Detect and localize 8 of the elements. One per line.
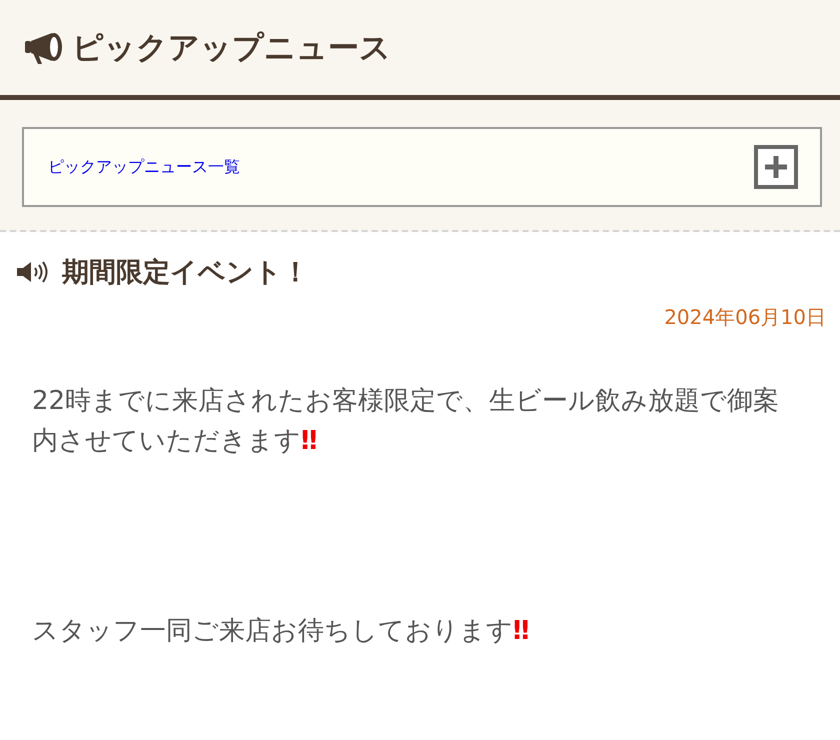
article-title: 期間限定イベント！ (62, 256, 309, 290)
article-paragraph: 22時までに来店されたお客様限定で、生ビール飲み放題で御案内させていただきます‼ (32, 385, 780, 458)
megaphone-icon (24, 30, 64, 64)
article-paragraph: スタッフ一同ご来店お待ちしております‼ (32, 615, 530, 648)
plus-icon (754, 145, 798, 189)
news-list-link[interactable]: ピックアップニュース一覧 (22, 127, 822, 207)
article-date: 2024年06月10日 (663, 304, 827, 331)
section-title: ピックアップニュース (72, 28, 391, 68)
